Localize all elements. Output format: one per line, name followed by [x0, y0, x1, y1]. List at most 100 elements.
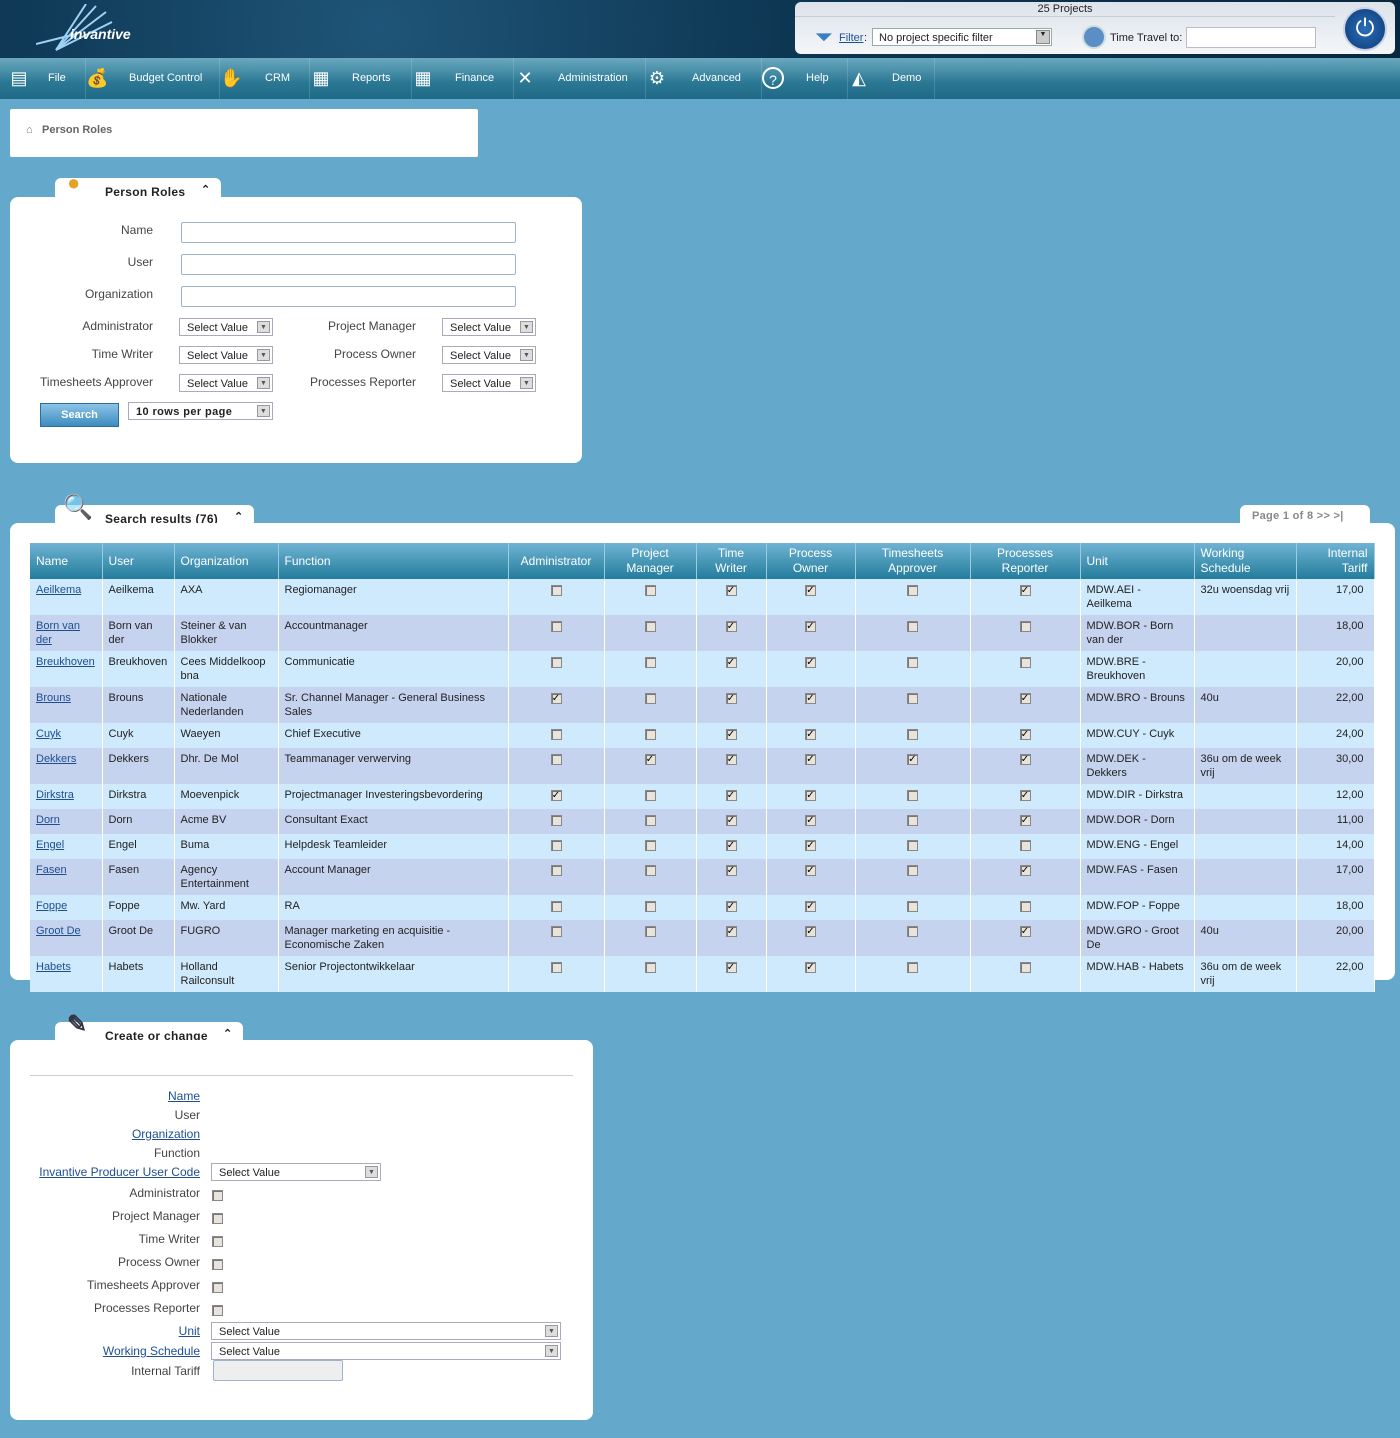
name-link[interactable]: Foppe — [36, 900, 67, 912]
cell-text: Communicatie — [284, 656, 355, 668]
home-icon[interactable]: ⌂ — [26, 124, 33, 136]
rows-per-page-select[interactable]: 10 rows per page ▼ — [128, 402, 273, 420]
menu-administration[interactable]: ✕ Administration — [514, 58, 646, 99]
unit-select[interactable]: Select Value ▼ — [211, 1322, 561, 1340]
column-header[interactable]: Function — [278, 543, 509, 579]
time-writer-checkbox: ✓ — [725, 585, 737, 596]
invantive-producer-user-code-select[interactable]: Select Value ▼ — [211, 1163, 381, 1181]
column-header[interactable]: Processes Reporter — [970, 543, 1081, 579]
process-owner-checkbox: ✓ — [805, 657, 816, 668]
processes-reporter-checkbox: ✓ — [1019, 926, 1031, 937]
cell-text: MDW.GRO - Groot De — [1086, 925, 1179, 951]
table-row: Dorn Dorn Acme BV Consultant Exact ✓ ✓ ✓ MDW.DO… — [30, 809, 1375, 834]
name-label[interactable]: Name — [0, 1089, 200, 1103]
power-logout-icon[interactable]: ⏻ — [1343, 7, 1387, 51]
column-header[interactable]: Project Manager — [604, 543, 697, 579]
menu-reports[interactable]: ▦ Reports — [310, 58, 412, 99]
menu-budget-control[interactable]: 💰 Budget Control — [86, 58, 220, 99]
column-header[interactable]: Working Schedule — [1194, 543, 1297, 579]
administrator-checkbox — [550, 926, 562, 937]
organization-label[interactable]: Organization — [0, 1127, 200, 1141]
cell-text: MDW.FOP - Foppe — [1086, 900, 1180, 912]
column-header[interactable]: Timesheets Approver — [855, 543, 971, 579]
column-header[interactable]: User — [102, 543, 175, 579]
process-owner-checkbox[interactable] — [212, 1259, 223, 1270]
time-writer-select[interactable]: Select Value ▼ — [179, 346, 273, 364]
project-manager-checkbox[interactable] — [212, 1213, 223, 1224]
menu-help[interactable]: ? Help — [762, 58, 848, 99]
project-manager-select[interactable]: Select Value ▼ — [442, 318, 536, 336]
name-link[interactable]: Habets — [36, 961, 71, 973]
name-link[interactable]: Groot De — [36, 925, 81, 937]
processes-reporter-checkbox[interactable] — [212, 1305, 223, 1316]
collapse-icon[interactable]: ⌃ — [223, 1027, 233, 1040]
processes-reporter-select[interactable]: Select Value ▼ — [442, 374, 536, 392]
time-writer-label: Time Writer — [91, 347, 153, 361]
organization-input[interactable] — [181, 286, 516, 307]
process-owner-checkbox: ✓ — [805, 729, 816, 740]
filter-link[interactable]: Filter — [839, 32, 863, 44]
time-travel-input[interactable] — [1186, 27, 1316, 48]
internal-tariff-label: Internal Tariff — [131, 1364, 200, 1378]
column-header[interactable]: Unit — [1080, 543, 1195, 579]
results-table: Name User Organization Function Administrato… — [30, 543, 1375, 992]
collapse-icon[interactable]: ⌃ — [201, 183, 211, 196]
timesheets-approver-select[interactable]: Select Value ▼ — [179, 374, 273, 392]
internal-tariff-input[interactable] — [213, 1360, 343, 1381]
name-link[interactable]: Dirkstra — [36, 789, 74, 801]
time-writer-checkbox[interactable] — [212, 1236, 223, 1247]
name-link[interactable]: Aeilkema — [36, 584, 81, 596]
name-link[interactable]: Fasen — [36, 864, 67, 876]
user-input[interactable] — [181, 254, 516, 275]
working-schedule-select[interactable]: Select Value ▼ — [211, 1342, 561, 1360]
collapse-icon[interactable]: ⌃ — [234, 510, 244, 523]
cell-name: Born van der — [30, 615, 103, 651]
name-link[interactable]: Brouns — [36, 692, 71, 704]
project-manager-label: Project Manager — [111, 1209, 200, 1223]
name-link[interactable]: Breukhoven — [36, 656, 95, 668]
menu-file[interactable]: ▤ File — [8, 58, 86, 99]
name-link[interactable]: Dekkers — [36, 753, 76, 765]
cell-org: Mw. Yard — [174, 895, 279, 920]
cell-unit: MDW.HAB - Habets — [1080, 956, 1195, 992]
cell-text: Foppe — [108, 900, 140, 912]
cell-text: Steiner & van Blokker — [180, 620, 247, 646]
column-header[interactable]: Administrator — [508, 543, 605, 579]
process-owner-select[interactable]: Select Value ▼ — [442, 346, 536, 364]
cell-function: Consultant Exact — [278, 809, 509, 834]
name-link[interactable]: Born van der — [36, 620, 80, 646]
cell-org: FUGRO — [174, 920, 279, 956]
menu-demo[interactable]: ◭ Demo — [848, 58, 935, 99]
timesheets-approver-checkbox[interactable] — [212, 1282, 223, 1293]
menu-crm[interactable]: ✋ CRM — [220, 58, 310, 99]
search-button[interactable]: Search — [40, 403, 119, 427]
cell-text: Projectmanager Investeringsbevordering — [284, 789, 483, 801]
unit-label[interactable]: Unit — [0, 1324, 200, 1338]
project-manager-label: Project Manager — [327, 319, 416, 333]
menu-finance[interactable]: ▦ Finance — [412, 58, 514, 99]
column-header[interactable]: Internal Tariff — [1296, 543, 1375, 579]
invantive-producer-user-code-label[interactable]: Invantive Producer User Code — [0, 1165, 200, 1179]
project-filter-select[interactable]: No project specific filter ▼ — [872, 28, 1052, 46]
processes-reporter-checkbox: ✓ — [1019, 729, 1031, 740]
column-header[interactable]: Organization — [174, 543, 279, 579]
cell-text: Helpdesk Teamleider — [284, 839, 388, 851]
working-schedule-label[interactable]: Working Schedule — [0, 1344, 200, 1358]
name-link[interactable]: Cuyk — [36, 728, 61, 740]
name-link[interactable]: Engel — [36, 839, 64, 851]
logo-text: invantive — [70, 26, 131, 42]
cell-org: Dhr. De Mol — [174, 748, 279, 784]
administrator-select[interactable]: Select Value ▼ — [179, 318, 273, 336]
timesheets-approver-checkbox — [907, 585, 918, 596]
organization-label: Organization — [84, 287, 153, 301]
column-header[interactable]: Name — [30, 543, 103, 579]
column-header[interactable]: Process Owner — [766, 543, 856, 579]
chevron-down-icon: ▼ — [257, 349, 270, 361]
menu-advanced[interactable]: ⚙ Advanced — [646, 58, 762, 99]
column-header[interactable]: Time Writer — [696, 543, 767, 579]
cell-text: Cuyk — [108, 728, 134, 740]
invantive-logo[interactable]: invantive — [36, 4, 146, 56]
administrator-checkbox[interactable] — [212, 1190, 223, 1201]
name-input[interactable] — [181, 222, 516, 243]
name-link[interactable]: Dorn — [36, 814, 60, 826]
